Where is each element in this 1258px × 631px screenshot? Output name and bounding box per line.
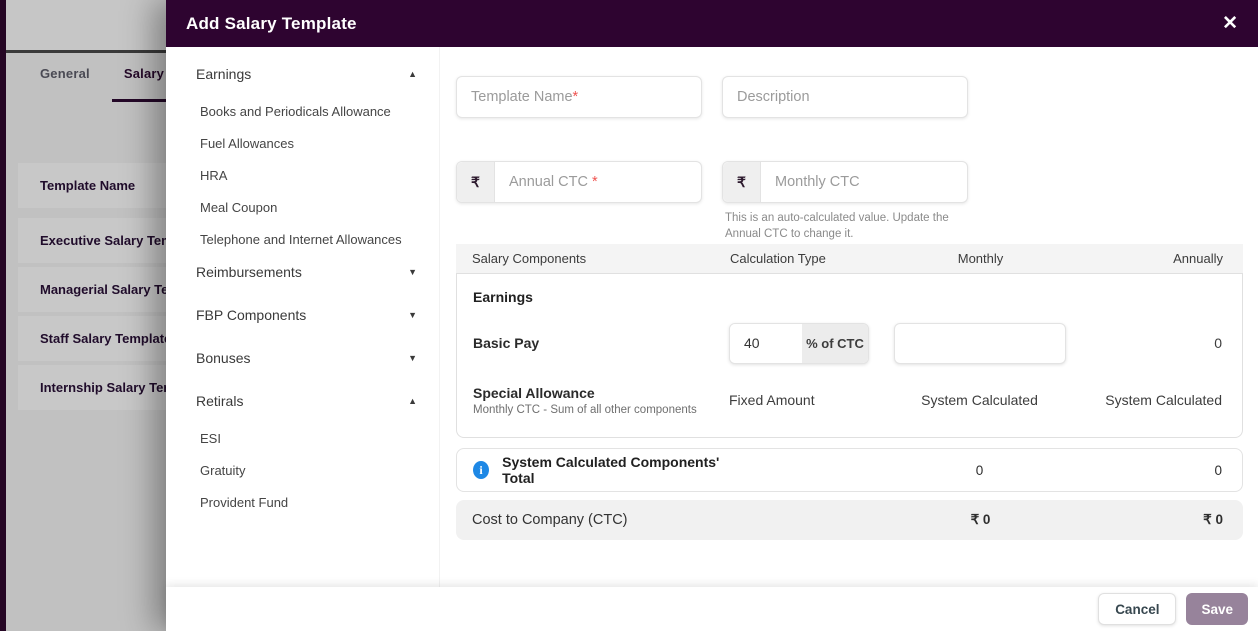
earnings-section-title: Earnings [473,289,533,305]
chevron-down-icon: ▼ [408,353,417,363]
rupee-icon: ₹ [723,162,761,202]
add-salary-template-modal: Add Salary Template ✕ Earnings ▲ Books a… [166,0,1258,631]
group-label: FBP Components [196,307,307,323]
sidebar-group-header-retirals[interactable]: Retirals ▲ [196,393,417,409]
monthly-ctc-input[interactable] [761,162,967,202]
special-allowance-row: Special Allowance Monthly CTC - Sum of a… [473,375,1222,433]
total-annually-value: 0 [1214,462,1222,478]
sidebar-item-telephone-internet[interactable]: Telephone and Internet Allowances [200,232,417,247]
total-label: System Calculated Components' Total [502,454,720,486]
annual-ctc-field: ₹ Annual CTC * [456,161,702,203]
cost-to-company-row: Cost to Company (CTC) ₹ 0 ₹ 0 [456,500,1243,540]
basic-pay-monthly-input[interactable] [893,322,1066,364]
sidebar-item-hra[interactable]: HRA [200,168,417,183]
rupee-icon: ₹ [457,162,495,202]
ctc-label: Cost to Company (CTC) [472,512,628,528]
modal-title: Add Salary Template [186,13,357,33]
total-monthly-value: 0 [975,462,984,478]
basic-pay-label: Basic Pay [473,335,540,351]
components-table-header: Salary Components Calculation Type Month… [456,244,1243,273]
special-allowance-label: Special Allowance [473,384,595,401]
sidebar-group-earnings: Earnings ▲ Books and Periodicals Allowan… [196,66,417,247]
special-allowance-monthly: System Calculated [921,392,1038,408]
info-icon[interactable]: i [473,461,490,479]
ctc-annually-value: ₹ 0 [1203,512,1223,527]
name-description-row: Template Name* Description [456,76,1243,118]
basic-pay-calc-cell: % of CTC [729,322,887,364]
special-allowance-annually: System Calculated [1105,392,1222,408]
chevron-up-icon: ▲ [408,69,417,79]
components-sidebar: Earnings ▲ Books and Periodicals Allowan… [166,47,440,587]
sidebar-group-header-fbp-components[interactable]: FBP Components ▼ [196,307,417,323]
sidebar-group-header-earnings[interactable]: Earnings ▲ [196,66,417,82]
sidebar-item-provident-fund[interactable]: Provident Fund [200,495,417,510]
basic-pay-annually-value: 0 [1214,335,1222,351]
sidebar-item-esi[interactable]: ESI [200,431,417,446]
sidebar-item-books-periodicals[interactable]: Books and Periodicals Allowance [200,104,417,119]
ctc-row: ₹ Annual CTC * ₹ Monthly CTC This is an … [456,161,1243,240]
group-label: Bonuses [196,350,251,366]
basic-pay-monthly-cell [887,322,1072,364]
sidebar-item-fuel-allowances[interactable]: Fuel Allowances [200,136,417,151]
system-calculated-total-row: i System Calculated Components' Total 0 … [456,448,1243,492]
monthly-ctc-helper-text: This is an auto-calculated value. Update… [725,212,949,241]
sidebar-group-reimbursements: Reimbursements ▼ [196,264,417,280]
cancel-button[interactable]: Cancel [1098,593,1177,625]
sidebar-item-gratuity[interactable]: Gratuity [200,463,417,478]
description-input[interactable] [723,77,967,117]
template-name-field: Template Name* [456,76,702,118]
basic-pay-row: Basic Pay % of CTC 0 [473,311,1222,375]
earnings-section-card: Earnings Basic Pay % of CTC 0 [456,273,1243,438]
group-label: Reimbursements [196,264,302,280]
sidebar-item-meal-coupon[interactable]: Meal Coupon [200,200,417,215]
modal-footer: Cancel Save [166,587,1258,631]
description-field: Description [722,76,968,118]
ctc-monthly-value: ₹ 0 [970,512,991,527]
header-calculation-type: Calculation Type [730,251,826,266]
modal-body: Earnings ▲ Books and Periodicals Allowan… [166,47,1258,587]
sidebar-group-header-bonuses[interactable]: Bonuses ▼ [196,350,417,366]
sidebar-group-fbp-components: FBP Components ▼ [196,307,417,323]
save-button[interactable]: Save [1186,593,1248,625]
close-icon[interactable]: ✕ [1222,14,1238,33]
chevron-up-icon: ▲ [408,396,417,406]
sidebar-group-retirals: Retirals ▲ ESI Gratuity Provident Fund [196,393,417,510]
total-label-cell: i System Calculated Components' Total [473,454,729,486]
monthly-ctc-field: ₹ Monthly CTC This is an auto-calculated… [722,161,968,240]
special-allowance-calc-type: Fixed Amount [729,392,815,408]
sidebar-group-bonuses: Bonuses ▼ [196,350,417,366]
header-salary-components: Salary Components [472,251,587,266]
group-label: Earnings [196,66,252,82]
group-label: Retirals [196,393,244,409]
template-name-input[interactable] [457,77,701,117]
modal-main-content: Template Name* Description ₹ Annual CTC … [440,47,1258,587]
chevron-down-icon: ▼ [408,267,417,277]
calc-type-select[interactable]: % of CTC [802,323,868,363]
modal-header: Add Salary Template ✕ [166,0,1258,47]
annual-ctc-input[interactable] [495,162,701,202]
special-allowance-name-cell: Special Allowance Monthly CTC - Sum of a… [473,385,729,416]
sidebar-group-header-reimbursements[interactable]: Reimbursements ▼ [196,264,417,280]
header-monthly: Monthly [957,251,1004,266]
basic-pay-percentage-group: % of CTC [729,322,869,364]
chevron-down-icon: ▼ [408,310,417,320]
header-annually: Annually [1173,251,1223,266]
basic-pay-value-input[interactable] [730,323,802,363]
special-allowance-subtitle: Monthly CTC - Sum of all other component… [473,403,697,416]
